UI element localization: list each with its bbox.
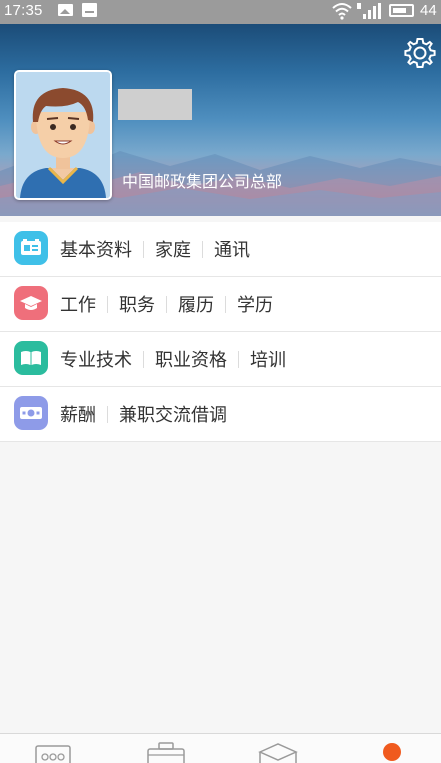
profile-dot-icon[interactable] bbox=[366, 740, 426, 763]
box-icon[interactable] bbox=[250, 740, 310, 763]
wifi-icon bbox=[332, 3, 352, 20]
link-work[interactable]: 工作 bbox=[60, 291, 96, 317]
link-contact[interactable]: 通讯 bbox=[214, 236, 250, 262]
divider bbox=[143, 240, 144, 258]
message-icon bbox=[82, 3, 97, 17]
link-qualification[interactable]: 职业资格 bbox=[155, 346, 227, 372]
menu-row-salary: 薪酬 兼职交流借调 bbox=[0, 387, 441, 442]
link-basic-info[interactable]: 基本资料 bbox=[60, 236, 132, 262]
profile-header: 中国邮政集团公司总部 bbox=[0, 24, 441, 216]
menu-row-basic-info: 基本资料 家庭 通讯 bbox=[0, 222, 441, 277]
avatar[interactable] bbox=[14, 70, 112, 200]
status-time: 17:35 bbox=[4, 2, 43, 19]
divider bbox=[238, 350, 239, 368]
id-card-icon bbox=[14, 231, 48, 265]
link-family[interactable]: 家庭 bbox=[155, 236, 191, 262]
link-position[interactable]: 职务 bbox=[119, 291, 155, 317]
signal-icon bbox=[357, 3, 381, 19]
divider bbox=[143, 350, 144, 368]
divider bbox=[225, 295, 226, 313]
image-icon bbox=[58, 4, 73, 16]
link-salary[interactable]: 薪酬 bbox=[60, 401, 96, 427]
avatar-icon bbox=[16, 72, 110, 198]
chat-icon[interactable] bbox=[28, 740, 88, 763]
battery-level: 44 bbox=[420, 2, 437, 19]
briefcase-icon[interactable] bbox=[138, 740, 198, 763]
status-bar: 17:35 44 bbox=[0, 0, 441, 24]
menu-row-professional: 专业技术 职业资格 培训 bbox=[0, 332, 441, 387]
money-icon bbox=[14, 396, 48, 430]
divider bbox=[166, 295, 167, 313]
link-education[interactable]: 学历 bbox=[237, 291, 273, 317]
divider bbox=[107, 295, 108, 313]
divider bbox=[202, 240, 203, 258]
bottom-nav bbox=[0, 733, 441, 763]
book-icon bbox=[14, 341, 48, 375]
user-name-redacted bbox=[118, 89, 192, 120]
graduation-cap-icon bbox=[14, 286, 48, 320]
organization-name: 中国邮政集团公司总部 bbox=[122, 172, 283, 191]
link-secondment[interactable]: 兼职交流借调 bbox=[119, 401, 227, 427]
link-resume[interactable]: 履历 bbox=[178, 291, 214, 317]
battery-icon bbox=[389, 4, 414, 17]
gear-icon[interactable] bbox=[403, 36, 437, 70]
menu-row-work: 工作 职务 履历 学历 bbox=[0, 277, 441, 332]
divider bbox=[107, 405, 108, 423]
link-training[interactable]: 培训 bbox=[250, 346, 286, 372]
profile-menu: 基本资料 家庭 通讯 工作 职务 履历 学历 专业技术 职业资格 培训 薪酬 兼… bbox=[0, 222, 441, 442]
link-technical[interactable]: 专业技术 bbox=[60, 346, 132, 372]
